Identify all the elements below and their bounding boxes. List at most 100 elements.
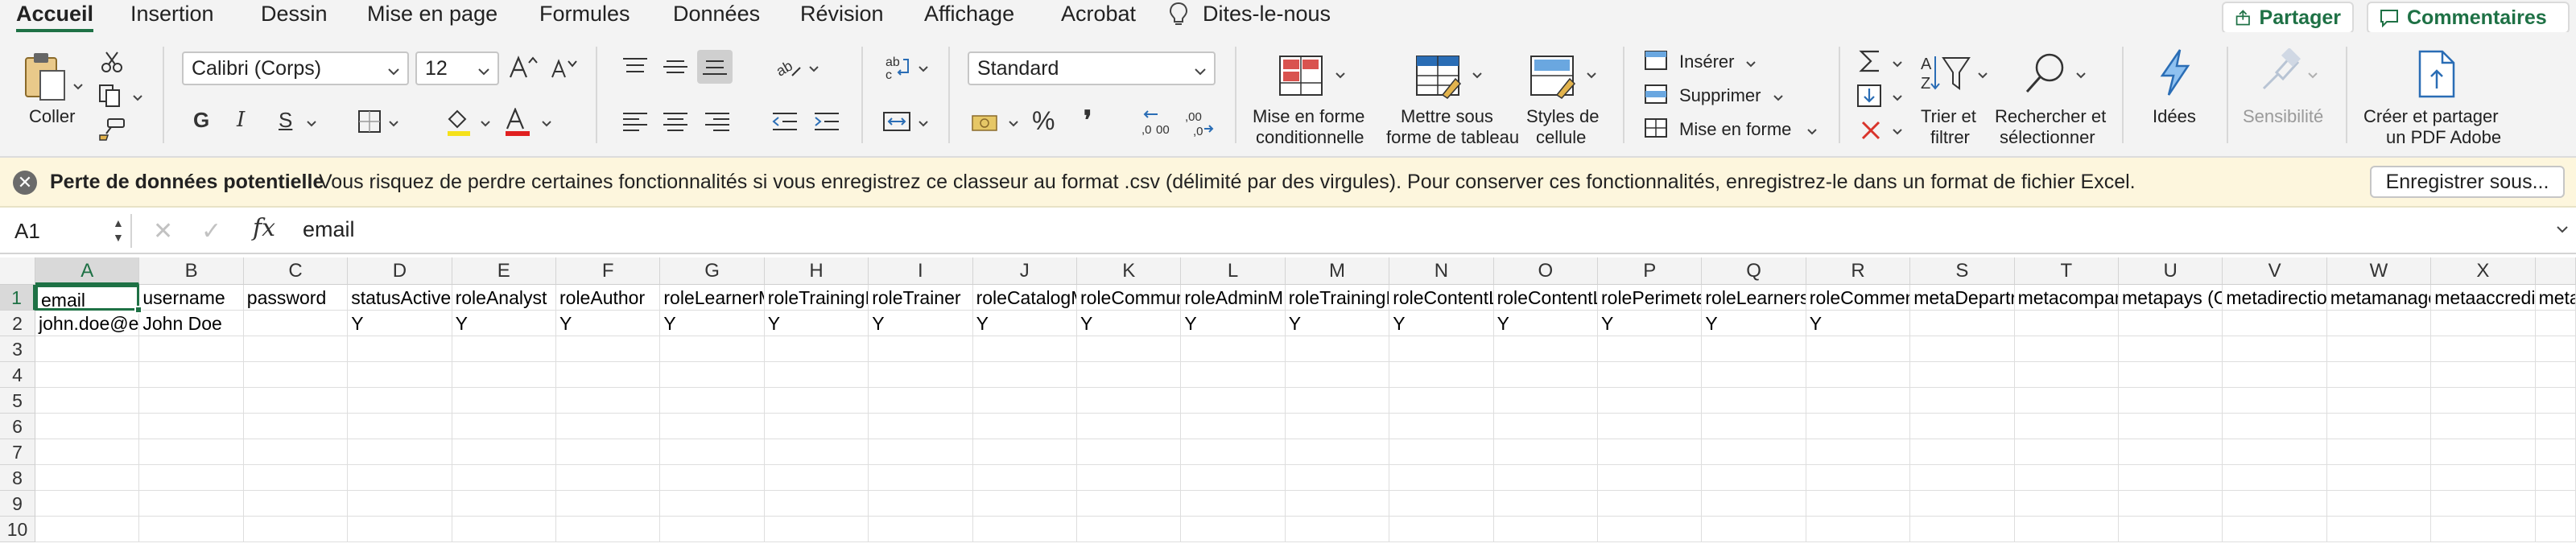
column-header-e[interactable]: E	[452, 257, 556, 285]
cell[interactable]	[35, 439, 140, 465]
cell[interactable]	[1285, 465, 1390, 491]
cell[interactable]: Y	[1598, 311, 1703, 336]
underline-button[interactable]: S	[279, 108, 292, 133]
cell[interactable]	[660, 491, 765, 517]
select-all-corner[interactable]	[0, 257, 35, 285]
cell[interactable]	[1702, 336, 1806, 362]
increase-indent-icon[interactable]	[813, 111, 840, 132]
cell[interactable]	[1806, 362, 1911, 388]
column-header-b[interactable]: B	[139, 257, 244, 285]
active-cell[interactable]: email	[35, 285, 140, 311]
cell[interactable]	[243, 517, 349, 542]
cell[interactable]	[1285, 517, 1390, 542]
cell[interactable]	[556, 439, 661, 465]
column-header-c[interactable]: C	[243, 257, 349, 285]
column-header-w[interactable]: W	[2326, 257, 2432, 285]
cell[interactable]: metamanage	[2326, 285, 2432, 311]
cell[interactable]	[2326, 311, 2432, 336]
tell-me-search[interactable]: Dites-le-nous	[1203, 2, 1331, 27]
cell[interactable]	[1493, 414, 1598, 439]
cell[interactable]	[1493, 491, 1598, 517]
cell[interactable]	[764, 465, 869, 491]
cell[interactable]	[1598, 388, 1703, 414]
save-as-button[interactable]: Enregistrer sous...	[2370, 166, 2565, 198]
confirm-entry-button[interactable]: ✓	[201, 217, 221, 245]
cell[interactable]	[1389, 388, 1494, 414]
create-pdf-icon[interactable]	[2415, 50, 2457, 98]
cell[interactable]: John Doe	[139, 311, 244, 336]
cell[interactable]	[2014, 491, 2119, 517]
cell[interactable]	[2014, 388, 2119, 414]
cell[interactable]	[139, 362, 244, 388]
cell[interactable]	[1910, 311, 2015, 336]
cell[interactable]	[2223, 311, 2327, 336]
cancel-entry-button[interactable]: ✕	[153, 217, 173, 245]
cell[interactable]	[972, 388, 1077, 414]
sort-filter-chevron-icon[interactable]	[1977, 69, 1988, 80]
cell[interactable]	[1493, 517, 1598, 542]
insert-cells-icon[interactable]	[1644, 50, 1668, 71]
cell[interactable]	[556, 491, 661, 517]
font-color-icon[interactable]	[504, 108, 531, 137]
tab-affichage[interactable]: Affichage	[924, 2, 1014, 27]
cell[interactable]	[1181, 439, 1286, 465]
cell[interactable]: Y	[1493, 311, 1598, 336]
column-header-n[interactable]: N	[1389, 257, 1494, 285]
row-header-2[interactable]: 2	[0, 311, 35, 336]
cell[interactable]: Y	[972, 311, 1077, 336]
cell[interactable]	[2014, 336, 2119, 362]
cell[interactable]	[972, 465, 1077, 491]
cell[interactable]	[452, 388, 556, 414]
row-header-9[interactable]: 9	[0, 491, 35, 517]
delete-cells-icon[interactable]	[1644, 84, 1668, 105]
cell[interactable]	[2014, 311, 2119, 336]
cell[interactable]	[35, 414, 140, 439]
cell[interactable]	[348, 439, 452, 465]
find-select-icon[interactable]	[2024, 50, 2069, 95]
cell[interactable]	[243, 336, 349, 362]
row-header-5[interactable]: 5	[0, 388, 35, 414]
cell[interactable]	[1806, 439, 1911, 465]
cell[interactable]	[2326, 336, 2432, 362]
align-center-icon[interactable]	[662, 111, 689, 132]
ideas-icon[interactable]	[2156, 48, 2194, 97]
cell[interactable]	[1702, 388, 1806, 414]
cell-styles-icon[interactable]	[1530, 55, 1578, 100]
cell[interactable]	[2119, 362, 2223, 388]
align-middle-icon[interactable]	[662, 56, 689, 77]
cell[interactable]	[1806, 491, 1911, 517]
cell[interactable]	[2326, 388, 2432, 414]
cell[interactable]: username	[139, 285, 244, 311]
cell[interactable]: meta	[2535, 285, 2576, 311]
cell[interactable]	[1910, 362, 2015, 388]
cell[interactable]: john.doe@ex	[35, 311, 140, 336]
cell[interactable]	[972, 362, 1077, 388]
cell[interactable]	[348, 414, 452, 439]
cell[interactable]	[869, 517, 973, 542]
decrease-decimal-icon[interactable]: ,00,0	[1185, 108, 1214, 137]
cell[interactable]	[348, 517, 452, 542]
cell[interactable]	[2223, 388, 2327, 414]
cell[interactable]	[2223, 414, 2327, 439]
cell[interactable]	[556, 414, 661, 439]
cell[interactable]	[2119, 491, 2223, 517]
orientation-chevron-icon[interactable]	[808, 63, 819, 74]
format-painter-icon[interactable]	[98, 117, 126, 142]
cell[interactable]	[2223, 491, 2327, 517]
cell[interactable]	[1285, 491, 1390, 517]
insert-function-button[interactable]: fx	[253, 214, 275, 242]
cell[interactable]	[2014, 414, 2119, 439]
cell[interactable]: roleContentL	[1389, 285, 1494, 311]
cell[interactable]	[2326, 439, 2432, 465]
cell[interactable]	[1285, 362, 1390, 388]
cell[interactable]	[764, 414, 869, 439]
increase-decimal-icon[interactable]: ,0 00	[1141, 108, 1170, 137]
font-color-chevron-icon[interactable]	[541, 117, 552, 129]
cell[interactable]	[2535, 465, 2576, 491]
cell[interactable]	[2535, 414, 2576, 439]
cell[interactable]	[660, 362, 765, 388]
sort-filter-icon[interactable]: AZ	[1919, 51, 1979, 93]
cell[interactable]	[2014, 362, 2119, 388]
cell[interactable]	[1389, 362, 1494, 388]
cell[interactable]	[348, 362, 452, 388]
